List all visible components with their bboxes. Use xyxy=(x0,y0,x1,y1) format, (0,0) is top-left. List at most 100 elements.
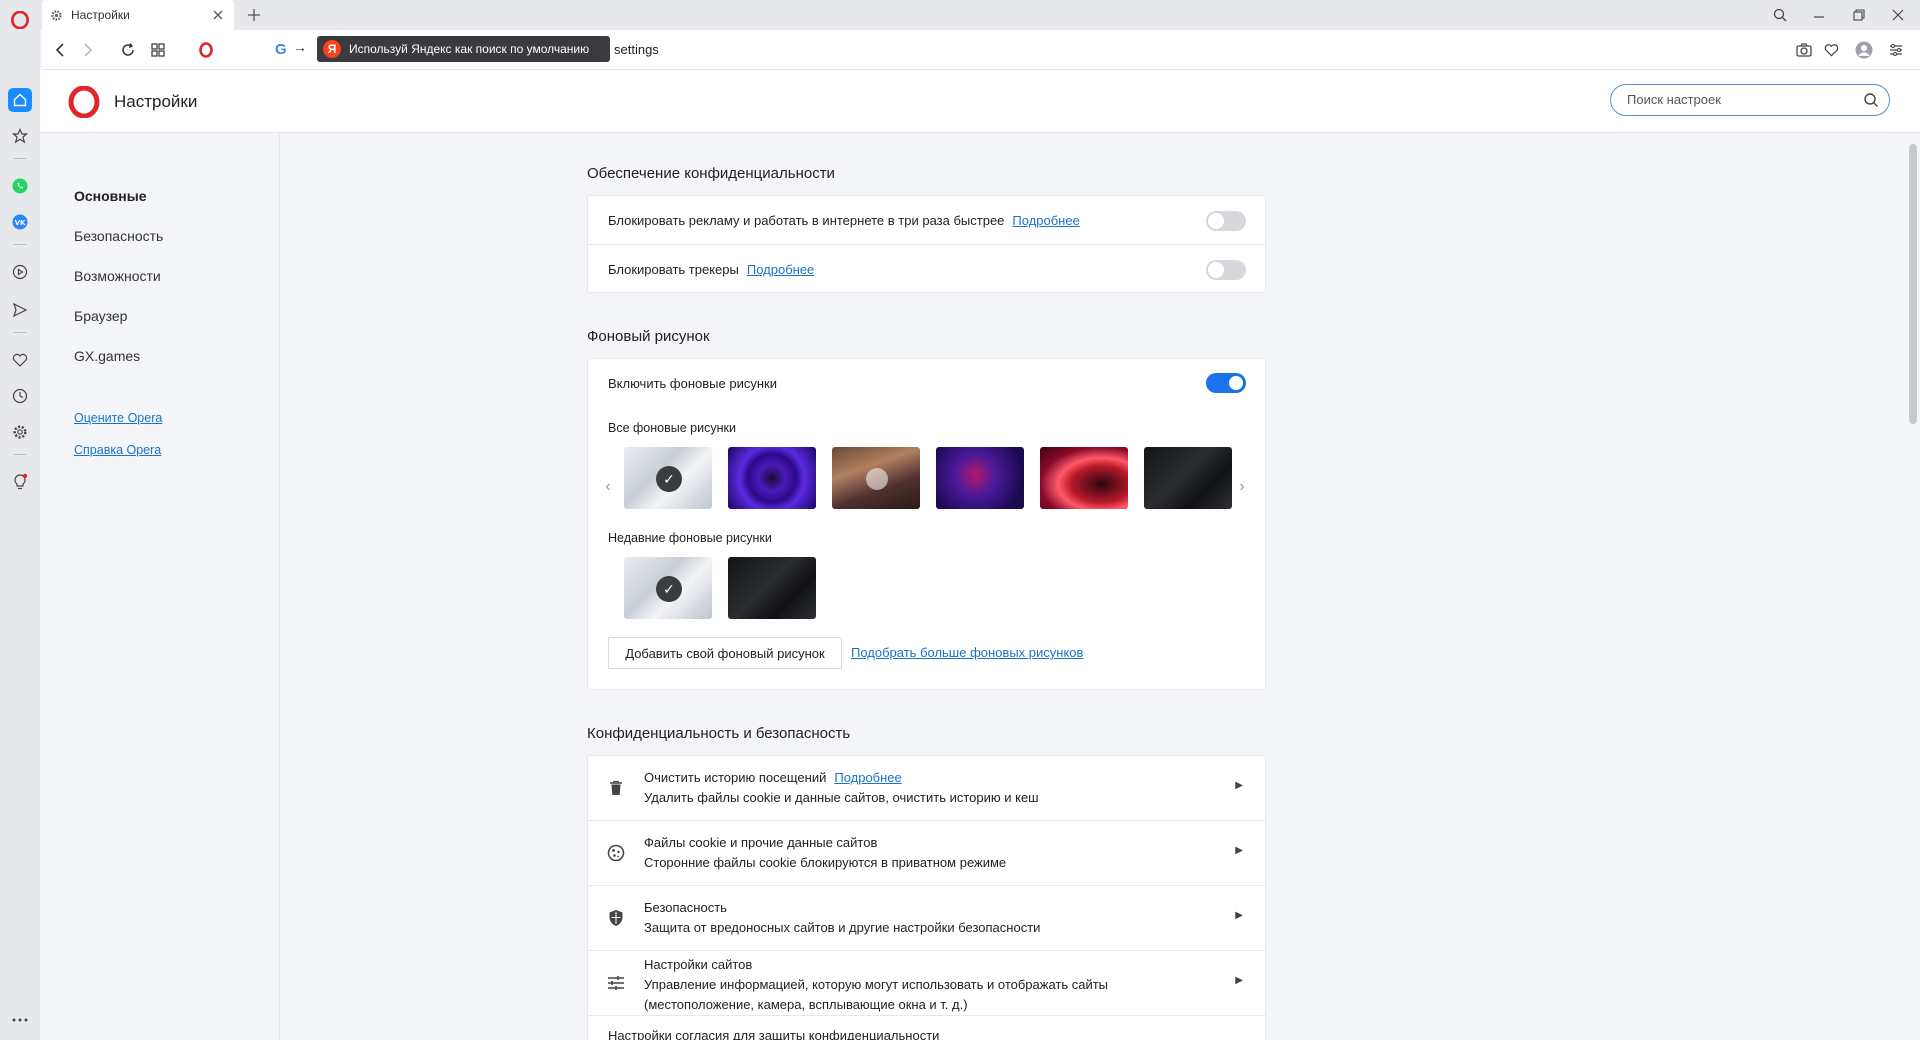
clear-history-title-line: Очистить историю посещений Подробнее xyxy=(644,770,902,785)
sidebar-history-button[interactable] xyxy=(8,384,32,408)
camera-icon xyxy=(1796,43,1812,57)
snapshot-button[interactable] xyxy=(1792,38,1816,62)
gear-icon xyxy=(13,425,27,439)
recent-wallpapers-label: Недавние фоновые рисунки xyxy=(608,531,772,545)
forward-button[interactable] xyxy=(76,38,100,62)
sidebar-tips-button[interactable] xyxy=(8,470,32,494)
recent-wallpaper-dark-waves[interactable] xyxy=(728,557,816,619)
clock-icon xyxy=(12,388,28,404)
tab-settings[interactable]: Настройки xyxy=(42,0,234,30)
wallpaper-thumb-light-waves[interactable]: ✓ xyxy=(624,447,712,509)
more-wallpapers-link[interactable]: Подобрать больше фоновых рисунков xyxy=(851,645,1083,660)
sidebar-more-button[interactable] xyxy=(8,1008,32,1032)
easy-setup-button[interactable] xyxy=(1884,38,1908,62)
vk-icon: VK xyxy=(12,214,28,230)
security-row[interactable]: Безопасность Защита от вредоносных сайто… xyxy=(588,886,1265,951)
restore-icon[interactable] xyxy=(1837,0,1881,30)
yandex-search-tooltip[interactable]: Я Используй Яндекс как поиск по умолчани… xyxy=(317,36,610,62)
sidebar-home-button[interactable] xyxy=(8,88,32,112)
profile-button[interactable] xyxy=(1852,38,1876,62)
chevron-right-icon: ▶ xyxy=(1235,845,1243,856)
arrow-right-icon: → xyxy=(293,39,307,55)
wallpaper-thumb-dark-waves[interactable] xyxy=(1144,447,1232,509)
close-tab-icon[interactable] xyxy=(210,7,226,23)
block-ads-more-link[interactable]: Подробнее xyxy=(1012,213,1079,228)
rate-opera-link[interactable]: Оцените Opera xyxy=(74,411,162,425)
opera-help-link[interactable]: Справка Opera xyxy=(74,443,161,457)
tab-strip: Настройки xyxy=(0,0,1920,30)
address-url[interactable]: settings xyxy=(614,42,659,57)
wallpaper-thumb-red-swirl[interactable] xyxy=(1040,447,1128,509)
wallpaper-title: Фоновый рисунок xyxy=(587,328,710,345)
google-logo-icon[interactable]: G xyxy=(275,41,287,58)
close-window-icon[interactable] xyxy=(1876,0,1920,30)
site-settings-subtitle-2: (местоположение, камера, всплывающие окн… xyxy=(644,997,968,1012)
security-subtitle: Защита от вредоносных сайтов и другие на… xyxy=(644,920,1041,935)
sidebar-vk-button[interactable]: VK xyxy=(8,210,32,234)
nav-item-security[interactable]: Безопасность xyxy=(74,228,163,244)
back-button[interactable] xyxy=(48,38,72,62)
nav-item-browser[interactable]: Браузер xyxy=(74,308,127,324)
send-icon xyxy=(12,302,28,318)
reload-button[interactable] xyxy=(116,38,140,62)
block-trackers-toggle[interactable] xyxy=(1206,260,1246,280)
svg-text:VK: VK xyxy=(15,219,26,227)
site-settings-row[interactable]: Настройки сайтов Управление информацией,… xyxy=(588,951,1265,1016)
search-tabs-icon[interactable] xyxy=(1758,0,1802,30)
settings-header: Настройки xyxy=(40,70,1920,133)
sidebar-separator xyxy=(14,158,26,159)
page-scrollbar[interactable] xyxy=(1906,134,1920,1040)
cookie-icon xyxy=(606,843,626,863)
whatsapp-icon xyxy=(12,178,28,194)
sliders-icon xyxy=(606,973,626,993)
yandex-logo-icon: Я xyxy=(323,40,341,58)
clear-history-more-link[interactable]: Подробнее xyxy=(834,770,901,785)
play-circle-icon xyxy=(12,264,28,280)
tab-title: Настройки xyxy=(71,8,130,22)
wallpaper-card: Включить фоновые рисунки Все фоновые рис… xyxy=(587,358,1266,690)
sidebar-separator xyxy=(14,454,26,455)
settings-search-box[interactable] xyxy=(1610,84,1890,116)
sidebar-send-button[interactable] xyxy=(8,298,32,322)
enable-wallpapers-toggle[interactable] xyxy=(1206,373,1246,393)
sidebar-bookmarks-button[interactable] xyxy=(8,124,32,148)
nav-item-basic[interactable]: Основные xyxy=(74,188,147,204)
minimize-icon[interactable] xyxy=(1797,0,1841,30)
site-settings-subtitle: Управление информацией, которую могут ис… xyxy=(644,977,1109,992)
recent-wallpaper-light-waves[interactable]: ✓ xyxy=(624,557,712,619)
chevron-right-icon: ▶ xyxy=(1235,975,1243,986)
sidebar: VK xyxy=(0,30,40,1040)
nav-item-features[interactable]: Возможности xyxy=(74,268,161,284)
block-trackers-more-link[interactable]: Подробнее xyxy=(747,262,814,277)
settings-nav: Основные Безопасность Возможности Браузе… xyxy=(40,134,280,1040)
nav-item-gxgames[interactable]: GX.games xyxy=(74,348,140,364)
avatar-icon xyxy=(1855,41,1873,59)
privacy-consent-row[interactable]: Настройки согласия для защиты конфиденци… xyxy=(588,1016,1265,1040)
scrollbar-thumb[interactable] xyxy=(1909,144,1917,424)
settings-lines-icon xyxy=(1890,44,1902,56)
clear-history-row[interactable]: Очистить историю посещений Подробнее Удал… xyxy=(588,756,1265,821)
sidebar-settings-button[interactable] xyxy=(8,420,32,444)
sidebar-player-button[interactable] xyxy=(8,260,32,284)
sidebar-myflow-button[interactable] xyxy=(8,348,32,372)
search-input[interactable] xyxy=(1627,92,1847,107)
new-tab-button[interactable] xyxy=(243,4,265,26)
wallpaper-thumb-game-video[interactable] xyxy=(832,447,920,509)
sidebar-whatsapp-button[interactable] xyxy=(8,174,32,198)
wallpaper-thumb-purple-tunnel[interactable] xyxy=(728,447,816,509)
block-trackers-row: Блокировать трекеры Подробнее xyxy=(608,262,814,277)
add-wallpaper-button[interactable]: Добавить свой фоновый рисунок xyxy=(608,637,842,669)
enable-wallpapers-label: Включить фоновые рисунки xyxy=(608,376,777,391)
chevron-left-icon[interactable]: ‹ xyxy=(600,477,616,497)
row-divider xyxy=(588,244,1265,245)
my-flow-button[interactable] xyxy=(1819,38,1843,62)
cookies-row[interactable]: Файлы cookie и прочие данные сайтов Стор… xyxy=(588,821,1265,886)
security-title: Безопасность xyxy=(644,900,727,915)
forward-arrow-icon xyxy=(84,43,93,57)
block-ads-toggle[interactable] xyxy=(1206,211,1246,231)
toggle-knob xyxy=(1208,262,1224,278)
tabs-overview-button[interactable] xyxy=(146,38,170,62)
privacy-protection-title: Обеспечение конфиденциальности xyxy=(587,165,835,182)
wallpaper-thumb-neon-figure[interactable] xyxy=(936,447,1024,509)
chevron-right-icon[interactable]: › xyxy=(1234,477,1250,497)
